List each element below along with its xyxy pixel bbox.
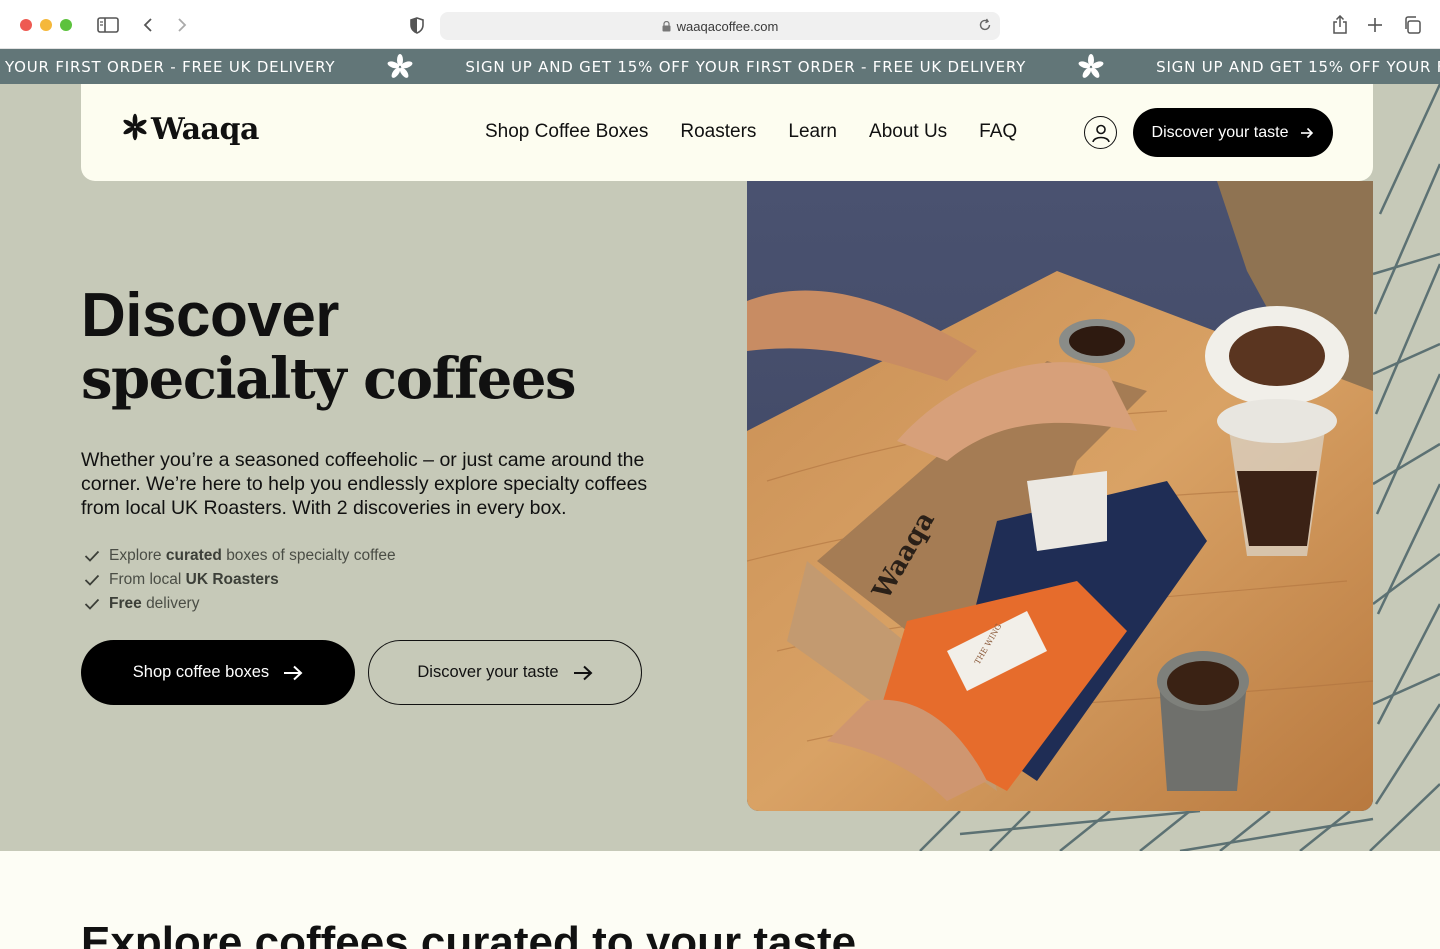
section-title: Explore coffees curated to your taste: [81, 918, 857, 949]
privacy-shield-icon[interactable]: [405, 13, 429, 37]
browser-toolbar: waaqacoffee.com: [0, 0, 1440, 49]
new-tab-plus-icon[interactable]: [1363, 13, 1387, 37]
close-window-button[interactable]: [20, 19, 32, 31]
checkmark-icon: [84, 550, 100, 562]
marquee-text: F YOUR FIRST ORDER - FREE UK DELIVERY: [0, 57, 336, 76]
nav-link-about-us[interactable]: About Us: [869, 121, 947, 143]
hero-description: Whether you’re a seasoned coffeeholic – …: [81, 449, 648, 519]
feature-text-post: delivery: [146, 595, 200, 612]
address-bar[interactable]: waaqacoffee.com: [440, 12, 1000, 40]
feature-text-bold: curated: [165, 547, 222, 564]
url-text: waaqacoffee.com: [676, 18, 779, 34]
secondary-button-label: Discover your taste: [417, 663, 559, 681]
asterisk-flower-icon: [1078, 53, 1104, 80]
forward-arrow-icon[interactable]: [170, 13, 194, 37]
site-navbar: Waaqa Shop Coffee Boxes Roasters Learn A…: [81, 84, 1373, 181]
arrow-right-icon: [283, 665, 303, 681]
back-arrow-icon[interactable]: [136, 13, 160, 37]
feature-text-bold: UK Roasters: [185, 571, 279, 588]
nav-link-learn[interactable]: Learn: [788, 121, 837, 143]
site-logo[interactable]: Waaqa: [121, 112, 259, 147]
reload-icon[interactable]: [978, 18, 992, 32]
nav-link-shop-coffee-boxes[interactable]: Shop Coffee Boxes: [485, 121, 648, 143]
nav-discover-taste-button[interactable]: Discover your taste: [1133, 108, 1333, 157]
tab-overview-icon[interactable]: [1400, 13, 1424, 37]
marquee-text: SIGN UP AND GET 15% OFF YOUR FIRST ORDER…: [465, 57, 1027, 76]
shop-coffee-boxes-button[interactable]: Shop coffee boxes: [81, 640, 355, 705]
account-icon[interactable]: [1084, 116, 1117, 149]
checkmark-icon: [84, 598, 100, 610]
nav-link-roasters[interactable]: Roasters: [680, 121, 756, 143]
asterisk-flower-icon: [387, 53, 413, 80]
feature-text-bold: Free: [109, 595, 142, 612]
arrow-right-icon: [1300, 127, 1314, 139]
main-nav: Shop Coffee Boxes Roasters Learn About U…: [485, 121, 1049, 143]
logo-wordmark: Waaqa: [151, 112, 259, 147]
feature-list: Explore curated boxes of specialty coffe…: [84, 544, 396, 616]
hero-title-light: Discover: [81, 281, 339, 350]
waaqa-flower-logo-icon: [121, 113, 149, 146]
primary-button-label: Shop coffee boxes: [132, 663, 270, 681]
feature-item: Explore curated boxes of specialty coffe…: [84, 544, 396, 568]
nav-cta-label: Discover your taste: [1151, 123, 1289, 141]
nav-link-faq[interactable]: FAQ: [979, 121, 1017, 143]
checkmark-icon: [84, 574, 100, 586]
feature-item: From local UK Roasters: [84, 568, 396, 592]
maximize-window-button[interactable]: [60, 19, 72, 31]
feature-text-pre: Explore: [109, 547, 162, 564]
minimize-window-button[interactable]: [40, 19, 52, 31]
arrow-right-icon: [573, 665, 593, 681]
marquee-text: SIGN UP AND GET 15% OFF YOUR FIRST ORDE: [1156, 57, 1440, 76]
coffee-cup: [1059, 319, 1135, 363]
feature-item: Free delivery: [84, 592, 396, 616]
hero-title-bold: specialty coffees: [81, 346, 577, 412]
sidebar-toggle-icon[interactable]: [96, 13, 120, 37]
discover-your-taste-button[interactable]: Discover your taste: [368, 640, 642, 705]
feature-text-post: boxes of specialty coffee: [226, 547, 396, 564]
hero-coffee-box-photo: Waaqa THE WING: [747, 181, 1373, 811]
share-icon[interactable]: [1328, 13, 1352, 37]
coffee-cup-front: [1157, 651, 1249, 791]
lock-icon: [662, 20, 671, 32]
feature-text-pre: From local: [109, 571, 182, 588]
promo-marquee: F YOUR FIRST ORDER - FREE UK DELIVERY SI…: [0, 49, 1440, 84]
hero-section: Waaqa Shop Coffee Boxes Roasters Learn A…: [0, 84, 1440, 851]
